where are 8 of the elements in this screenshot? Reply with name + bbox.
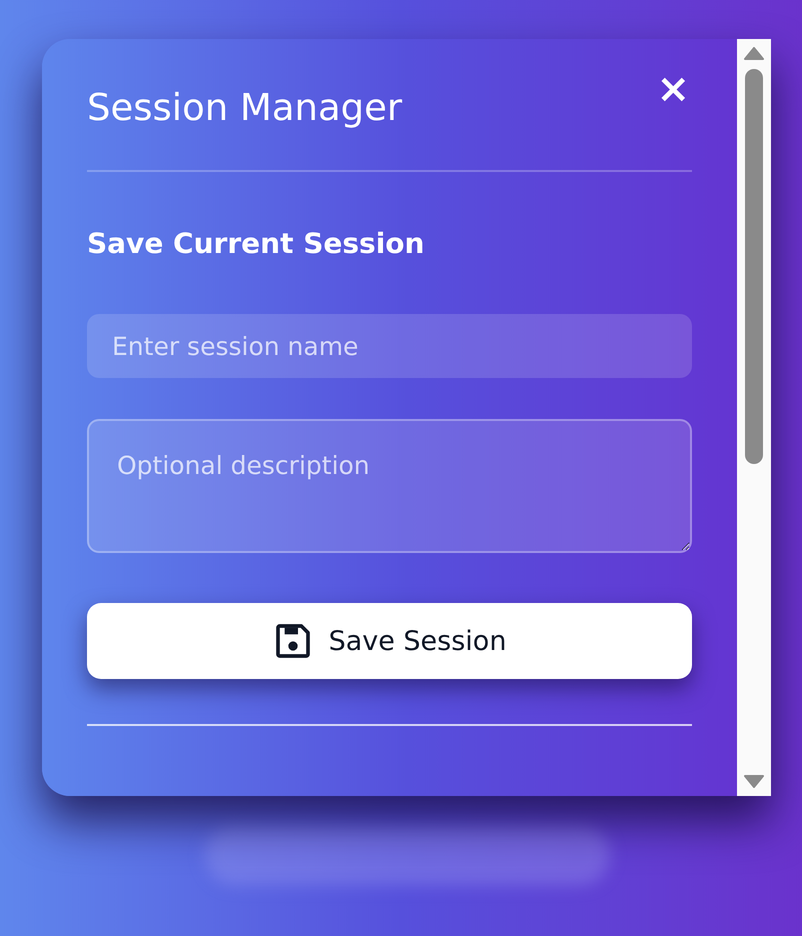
scroll-thumb[interactable] — [745, 69, 763, 464]
close-button[interactable]: × — [654, 69, 692, 109]
save-session-button[interactable]: Save Session — [87, 603, 692, 679]
scrollbar[interactable] — [737, 39, 771, 796]
section-heading: Save Current Session — [87, 226, 426, 262]
scroll-up-icon[interactable] — [744, 47, 764, 61]
scroll-down-icon[interactable] — [744, 774, 764, 788]
dialog-title: Session Manager — [87, 85, 402, 131]
